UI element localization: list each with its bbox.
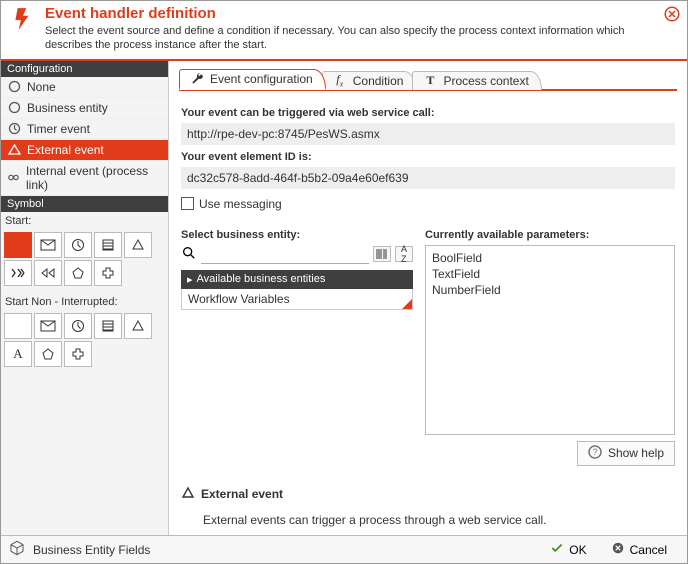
- parameters-list[interactable]: BoolField TextField NumberField: [425, 245, 675, 435]
- config-section-header: Configuration: [1, 61, 168, 77]
- circle-icon: [7, 80, 21, 94]
- palette-ni-letter[interactable]: A: [4, 341, 32, 367]
- trigger-url-field[interactable]: [181, 123, 675, 145]
- config-item-label: Business entity: [27, 101, 108, 115]
- params-label: Currently available parameters:: [425, 229, 675, 241]
- start-nonint-label: Start Non - Interrupted:: [1, 293, 168, 310]
- entity-item-workflow-variables[interactable]: Workflow Variables: [181, 289, 413, 310]
- tab-bar: Event configuration fx Condition T Proce…: [179, 67, 677, 91]
- circle-icon: [7, 101, 21, 115]
- show-help-label: Show help: [608, 446, 664, 460]
- dialog-header: Event handler definition Select the even…: [1, 1, 687, 61]
- dialog-title: Event handler definition: [45, 5, 625, 22]
- sidebar: Configuration None Business entity Timer…: [1, 61, 169, 535]
- use-messaging-checkbox[interactable]: [181, 197, 194, 210]
- main-panel: Event configuration fx Condition T Proce…: [169, 61, 687, 535]
- element-id-label: Your event element ID is:: [181, 151, 675, 163]
- palette-parallel[interactable]: [4, 260, 32, 286]
- palette-ni-conditional[interactable]: [94, 313, 122, 339]
- cube-icon: [9, 540, 25, 559]
- palette-ni-plain[interactable]: [4, 313, 32, 339]
- barcode-button[interactable]: [373, 246, 391, 262]
- check-icon: [550, 541, 564, 558]
- tab-event-configuration[interactable]: Event configuration: [179, 69, 326, 90]
- config-item-label: Timer event: [27, 122, 90, 136]
- palette-conditional[interactable]: [94, 232, 122, 258]
- palette-plus[interactable]: [94, 260, 122, 286]
- tab-condition[interactable]: fx Condition: [322, 71, 417, 90]
- config-item-label: Internal event (process link): [26, 164, 162, 192]
- symbol-section-header: Symbol: [1, 196, 168, 212]
- start-palette: [1, 229, 168, 293]
- clock-icon: [7, 122, 21, 136]
- entities-header-label: Available business entities: [197, 273, 326, 285]
- palette-ni-timer[interactable]: [64, 313, 92, 339]
- config-item-internal-event[interactable]: Internal event (process link): [1, 161, 168, 196]
- palette-ni-signal[interactable]: [124, 313, 152, 339]
- footer-fields-label[interactable]: Business Entity Fields: [33, 543, 150, 557]
- dialog-footer: Business Entity Fields OK Cancel: [1, 535, 687, 563]
- config-item-none[interactable]: None: [1, 77, 168, 98]
- start-nonint-palette: A: [1, 310, 168, 374]
- entity-item-label: Workflow Variables: [188, 292, 290, 306]
- triangle-icon: [7, 143, 21, 157]
- show-help-button[interactable]: ? Show help: [577, 441, 675, 466]
- external-event-description: External events can trigger a process th…: [203, 513, 675, 527]
- close-icon[interactable]: [663, 5, 681, 26]
- config-item-external-event[interactable]: External event: [1, 140, 168, 161]
- tab-label: Process context: [443, 74, 528, 88]
- search-icon: [181, 245, 197, 264]
- help-icon: ?: [588, 445, 602, 462]
- use-messaging-label: Use messaging: [199, 197, 282, 211]
- sort-button[interactable]: AZ: [395, 246, 413, 262]
- palette-message[interactable]: [34, 232, 62, 258]
- palette-pentagon[interactable]: [64, 260, 92, 286]
- config-item-timer-event[interactable]: Timer event: [1, 119, 168, 140]
- external-event-title: External event: [201, 487, 283, 501]
- select-entity-label: Select business entity:: [181, 229, 413, 241]
- start-label: Start:: [1, 212, 168, 229]
- palette-plain[interactable]: [4, 232, 32, 258]
- cancel-icon: [611, 541, 625, 558]
- config-item-label: None: [27, 80, 56, 94]
- cancel-button[interactable]: Cancel: [599, 539, 679, 560]
- palette-ni-plus[interactable]: [64, 341, 92, 367]
- entities-group-header[interactable]: ▸ Available business entities: [181, 270, 413, 289]
- dialog-description: Select the event source and define a con…: [45, 24, 625, 53]
- param-item[interactable]: TextField: [432, 266, 668, 282]
- link-icon: [7, 171, 20, 185]
- config-item-label: External event: [27, 143, 104, 157]
- tab-label: Condition: [353, 74, 404, 88]
- param-item[interactable]: NumberField: [432, 282, 668, 298]
- triangle-icon: [181, 486, 195, 503]
- palette-rewind[interactable]: [34, 260, 62, 286]
- cancel-label: Cancel: [630, 543, 667, 557]
- trigger-label: Your event can be triggered via web serv…: [181, 107, 675, 119]
- palette-signal[interactable]: [124, 232, 152, 258]
- selected-corner-icon: [402, 299, 412, 309]
- palette-timer[interactable]: [64, 232, 92, 258]
- svg-text:?: ?: [592, 447, 597, 457]
- ok-label: OK: [569, 543, 586, 557]
- element-id-field[interactable]: [181, 167, 675, 189]
- tab-label: Event configuration: [210, 72, 313, 86]
- wrench-icon: [190, 72, 204, 86]
- config-item-business-entity[interactable]: Business entity: [1, 98, 168, 119]
- ok-button[interactable]: OK: [538, 539, 598, 560]
- tab-process-context[interactable]: T Process context: [412, 71, 541, 90]
- text-icon: T: [423, 74, 437, 88]
- entity-search-input[interactable]: [201, 245, 369, 264]
- external-event-heading: External event: [181, 486, 675, 503]
- caret-down-icon: ▸: [187, 273, 193, 286]
- param-item[interactable]: BoolField: [432, 250, 668, 266]
- palette-ni-pentagon[interactable]: [34, 341, 62, 367]
- bolt-icon: [9, 5, 37, 33]
- palette-ni-message[interactable]: [34, 313, 62, 339]
- fx-icon: fx: [333, 74, 347, 88]
